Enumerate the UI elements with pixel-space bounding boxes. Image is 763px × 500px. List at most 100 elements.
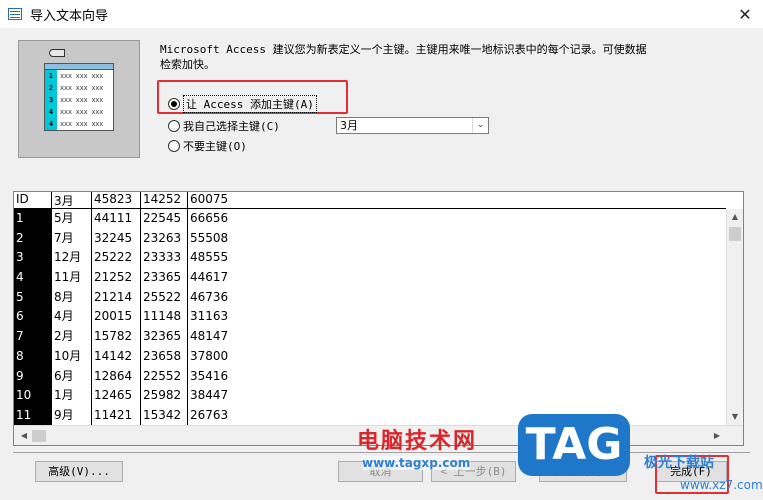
table-cell: 25522	[141, 287, 188, 308]
scroll-up-icon[interactable]: ▲	[727, 209, 743, 225]
radio-button[interactable]	[168, 140, 180, 152]
row-id-cell: 3	[14, 248, 52, 269]
highlight-box	[655, 455, 729, 494]
table-cell: 12月	[52, 248, 92, 269]
table-cell: 15782	[92, 327, 141, 347]
table-cell: 55508	[190, 230, 229, 245]
radio-button[interactable]	[168, 98, 180, 110]
table-row[interactable]: 2 7月 32245 23263 55508	[14, 228, 726, 249]
table-cell: 32245	[92, 228, 141, 249]
table-row[interactable]: 10 1月 12465 25982 38447	[14, 386, 726, 406]
header-cell: 14252	[141, 192, 188, 208]
table-cell: 26763	[190, 407, 229, 422]
table-cell: 48147	[190, 329, 229, 344]
table-cell: 4月	[52, 307, 92, 328]
table-cell: 22545	[141, 209, 188, 229]
cancel-button[interactable]: 取消	[338, 461, 423, 482]
title-bar: 导入文本向导 ✕	[0, 0, 763, 28]
table-cell: 11月	[52, 268, 92, 288]
row-id-cell: 1	[14, 209, 52, 229]
header-cell: 3月	[52, 192, 92, 208]
table-row[interactable]: 5 8月 21214 25522 46736	[14, 287, 726, 308]
table-cell: 23263	[141, 228, 188, 249]
row-id-cell: 6	[14, 307, 52, 328]
select-value: 3月	[340, 119, 358, 132]
table-cell: 44111	[92, 209, 141, 229]
table-row[interactable]: 3 12月 25222 23333 48555	[14, 248, 726, 269]
table-row[interactable]: 11 9月 11421 15342 26763	[14, 405, 726, 425]
table-cell: 6月	[52, 366, 92, 387]
row-id-cell: 7	[14, 327, 52, 347]
table-cell: 15342	[141, 405, 188, 425]
radio-label: 不要主键(O)	[183, 140, 247, 153]
wizard-illustration: 1 xxx xxx xxx 2 xxx xxx xxx 3 xxx xxx xxx 4…	[18, 40, 140, 158]
table-cell: 21252	[92, 268, 141, 288]
table-cell: 23365	[141, 268, 188, 288]
table-illustration: 1 xxx xxx xxx 2 xxx xxx xxx 3 xxx xxx xxx 4…	[44, 63, 114, 131]
table-cell: 37800	[190, 348, 229, 363]
table-row[interactable]: 1 5月 44111 22545 66656	[14, 209, 726, 229]
table-cell: 1月	[52, 386, 92, 406]
radio-button[interactable]	[168, 120, 180, 132]
horizontal-scrollbar[interactable]: ◀ ▶	[14, 425, 743, 445]
radio-label: 我自己选择主键(C)	[183, 120, 280, 133]
header-cell: ID	[14, 192, 52, 208]
radio-access-pk[interactable]: 让 Access 添加主键(A)	[168, 95, 317, 113]
table-row[interactable]: 8 10月 14142 23658 37800	[14, 346, 726, 367]
header-cell: 45823	[92, 192, 141, 208]
table-row[interactable]: 7 2月 15782 32365 48147	[14, 327, 726, 347]
next-button[interactable]: 下一步(N) >	[539, 461, 627, 482]
app-icon	[8, 8, 22, 20]
table-cell: 25982	[141, 386, 188, 406]
scroll-down-icon[interactable]: ▼	[727, 409, 743, 425]
table-cell: 11421	[92, 405, 141, 425]
radio-label: 让 Access 添加主键(A)	[183, 95, 317, 113]
scroll-left-icon[interactable]: ◀	[16, 428, 32, 444]
table-cell: 2月	[52, 327, 92, 347]
table-cell: 20015	[92, 307, 141, 328]
header-cell: 60075	[190, 192, 229, 206]
description-text: Microsoft Access 建议您为新表定义一个主键。主键用来唯一地标识表…	[160, 43, 647, 71]
table-cell: 46736	[190, 289, 229, 304]
table-cell: 35416	[190, 368, 229, 383]
table-cell: 25222	[92, 248, 141, 269]
scroll-right-icon[interactable]: ▶	[709, 428, 725, 444]
row-id-cell: 2	[14, 228, 52, 249]
primary-key-select[interactable]: 3月 ⌄	[336, 117, 489, 134]
table-cell: 8月	[52, 287, 92, 308]
preview-grid[interactable]: ID 3月 45823 14252 60075 1 5月 44111 22545 666…	[13, 191, 744, 446]
table-cell: 9月	[52, 405, 92, 425]
table-cell: 7月	[52, 228, 92, 249]
table-row[interactable]: 9 6月 12864 22552 35416	[14, 366, 726, 387]
table-cell: 11148	[141, 307, 188, 328]
row-id-cell: 5	[14, 287, 52, 308]
chevron-down-icon[interactable]: ⌄	[472, 118, 488, 133]
key-icon	[49, 49, 65, 57]
vertical-scrollbar[interactable]: ▲ ▼	[726, 209, 743, 425]
table-cell: 32365	[141, 327, 188, 347]
table-cell: 44617	[190, 270, 229, 285]
radio-no-pk[interactable]: 不要主键(O)	[168, 138, 247, 154]
table-row[interactable]: 6 4月 20015 11148 31163	[14, 307, 726, 328]
window-title: 导入文本向导	[30, 8, 109, 24]
table-cell: 21214	[92, 287, 141, 308]
table-cell: 10月	[52, 346, 92, 367]
table-cell: 14142	[92, 346, 141, 367]
table-row[interactable]: 4 11月 21252 23365 44617	[14, 268, 726, 288]
table-cell: 23333	[141, 248, 188, 269]
table-cell: 66656	[190, 211, 229, 225]
radio-own-pk[interactable]: 我自己选择主键(C)	[168, 118, 280, 134]
close-button[interactable]: ✕	[727, 0, 763, 28]
table-cell: 38447	[190, 388, 229, 403]
scroll-thumb[interactable]	[32, 430, 46, 442]
scroll-thumb[interactable]	[729, 227, 741, 241]
table-cell: 22552	[141, 366, 188, 387]
row-id-cell: 8	[14, 346, 52, 367]
grid-header: ID 3月 45823 14252 60075	[14, 192, 726, 209]
row-id-cell: 10	[14, 386, 52, 406]
advanced-button[interactable]: 高级(V)...	[35, 461, 123, 482]
back-button[interactable]: < 上一步(B)	[431, 461, 516, 482]
grid-body: 1 5月 44111 22545 66656 2 7月 32245 23263 55508 3 12月…	[14, 209, 726, 425]
table-cell: 31163	[190, 309, 229, 324]
table-cell: 12864	[92, 366, 141, 387]
